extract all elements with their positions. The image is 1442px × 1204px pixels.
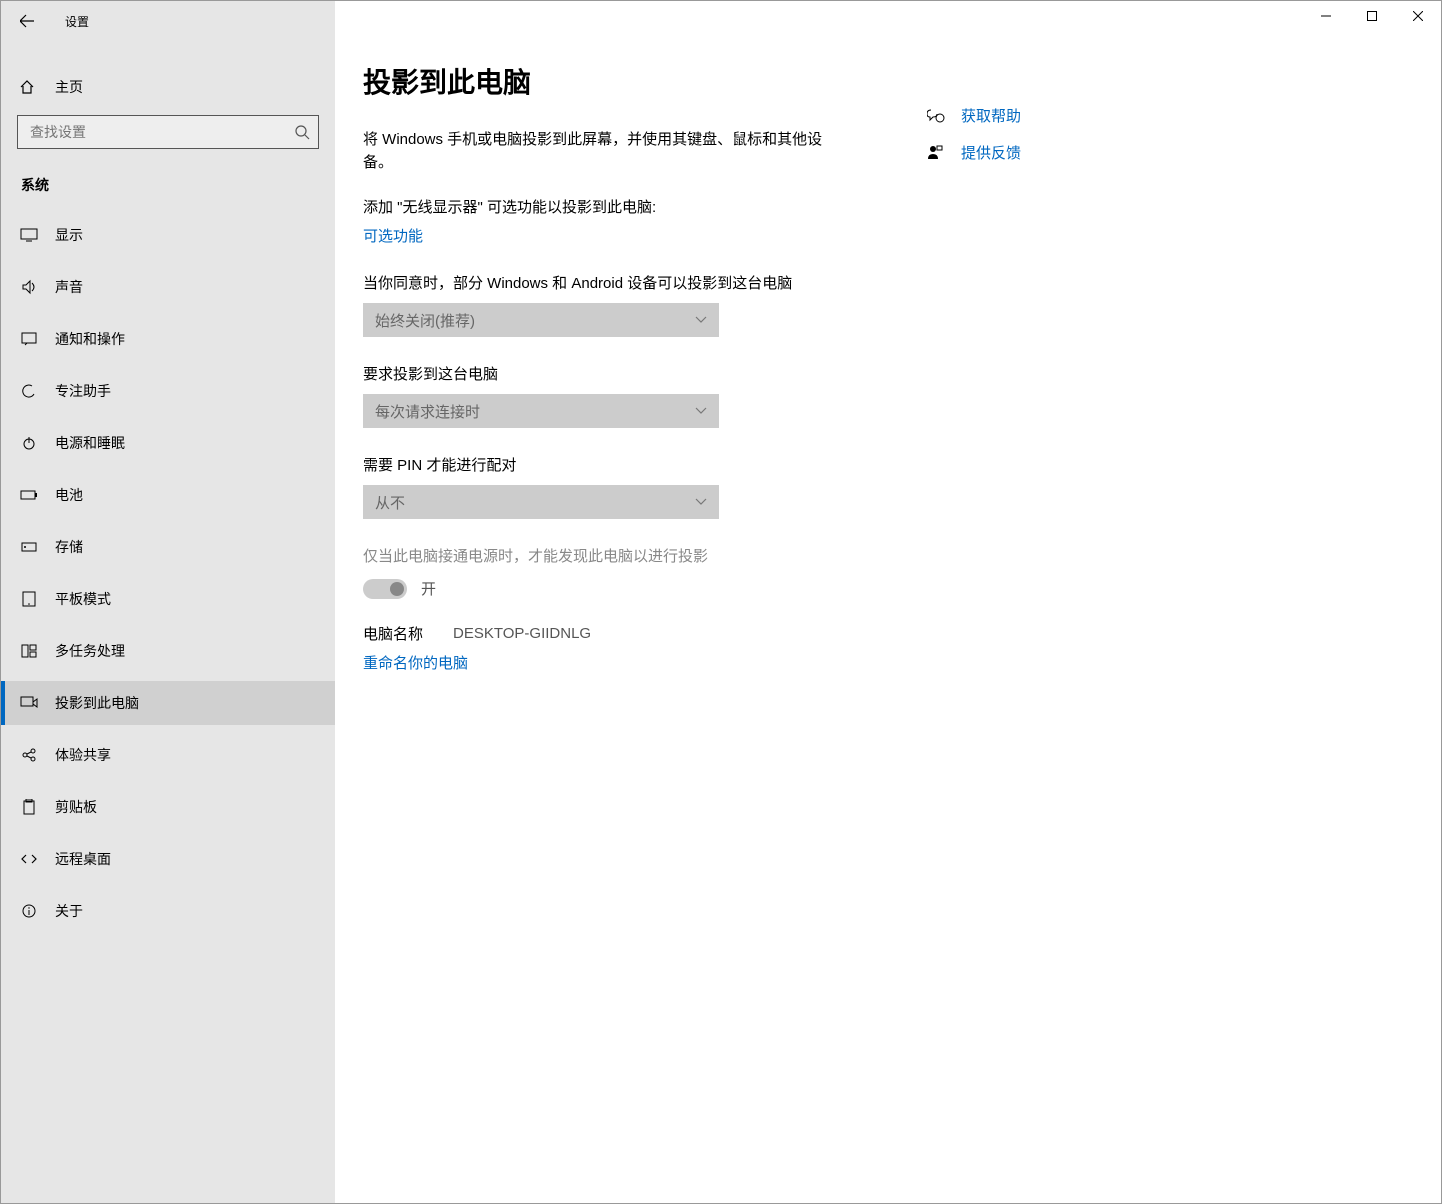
search-input[interactable] <box>30 124 294 140</box>
about-icon <box>19 904 39 918</box>
request-label: 要求投影到这台电脑 <box>363 363 903 384</box>
consent-value: 始终关闭(推荐) <box>375 310 475 331</box>
sidebar-item-label: 电源和睡眠 <box>55 433 125 453</box>
page-title: 投影到此电脑 <box>363 61 903 101</box>
pin-value: 从不 <box>375 492 405 513</box>
sidebar-item-power[interactable]: 电源和睡眠 <box>1 421 335 465</box>
minimize-icon <box>1321 11 1331 21</box>
feedback-label: 提供反馈 <box>961 142 1021 163</box>
close-button[interactable] <box>1395 1 1441 31</box>
sidebar-item-label: 电池 <box>55 485 83 505</box>
get-help-link[interactable]: 获取帮助 <box>927 105 1021 126</box>
sidebar-item-label: 存储 <box>55 537 83 557</box>
sidebar-item-about[interactable]: 关于 <box>1 889 335 933</box>
search-icon <box>294 124 310 140</box>
pin-label: 需要 PIN 才能进行配对 <box>363 454 903 475</box>
sidebar-item-focus-assist[interactable]: 专注助手 <box>1 369 335 413</box>
sidebar-item-battery[interactable]: 电池 <box>1 473 335 517</box>
chevron-down-icon <box>695 316 707 324</box>
sidebar-item-project[interactable]: 投影到此电脑 <box>1 681 335 725</box>
sidebar-item-label: 通知和操作 <box>55 329 125 349</box>
give-feedback-link[interactable]: 提供反馈 <box>927 142 1021 163</box>
app-title: 设置 <box>65 13 89 30</box>
chevron-down-icon <box>695 407 707 415</box>
titlebar-left: 设置 <box>1 1 335 41</box>
sidebar-item-notifications[interactable]: 通知和操作 <box>1 317 335 361</box>
consent-dropdown[interactable]: 始终关闭(推荐) <box>363 303 719 337</box>
maximize-button[interactable] <box>1349 1 1395 31</box>
sidebar-item-label: 关于 <box>55 901 83 921</box>
focus-assist-icon <box>19 384 39 398</box>
sidebar: 设置 主页 系统 显示 声音 通知和操作 <box>1 1 335 1203</box>
sidebar-item-clipboard[interactable]: 剪贴板 <box>1 785 335 829</box>
home-icon <box>19 79 39 95</box>
project-icon <box>19 696 39 710</box>
sidebar-item-storage[interactable]: 存储 <box>1 525 335 569</box>
multitask-icon <box>19 644 39 658</box>
search-box[interactable] <box>17 115 319 149</box>
help-label: 获取帮助 <box>961 105 1021 126</box>
arrow-left-icon <box>20 14 34 28</box>
toggle-state: 开 <box>421 578 436 599</box>
power-only-label: 仅当此电脑接通电源时，才能发现此电脑以进行投影 <box>363 545 903 566</box>
maximize-icon <box>1367 11 1377 21</box>
sidebar-item-display[interactable]: 显示 <box>1 213 335 257</box>
request-value: 每次请求连接时 <box>375 401 480 422</box>
optional-features-link[interactable]: 可选功能 <box>363 225 423 246</box>
sidebar-item-remote[interactable]: 远程桌面 <box>1 837 335 881</box>
display-icon <box>19 228 39 242</box>
chevron-down-icon <box>695 498 707 506</box>
pc-name-label: 电脑名称 <box>363 623 423 644</box>
sidebar-item-shared[interactable]: 体验共享 <box>1 733 335 777</box>
sound-icon <box>19 279 39 295</box>
feedback-icon <box>927 145 945 161</box>
rename-pc-link[interactable]: 重命名你的电脑 <box>363 652 903 673</box>
sidebar-item-label: 显示 <box>55 225 83 245</box>
help-icon <box>927 108 945 124</box>
page-description: 将 Windows 手机或电脑投影到此屏幕，并使用其键盘、鼠标和其他设备。 <box>363 129 823 174</box>
window-controls <box>1303 1 1441 31</box>
storage-icon <box>19 542 39 552</box>
category-label: 系统 <box>1 165 335 213</box>
power-icon <box>19 436 39 450</box>
clipboard-icon <box>19 799 39 815</box>
home-label: 主页 <box>55 77 83 97</box>
sidebar-item-tablet[interactable]: 平板模式 <box>1 577 335 621</box>
sidebar-item-label: 投影到此电脑 <box>55 693 139 713</box>
close-icon <box>1413 11 1423 21</box>
battery-icon <box>19 490 39 500</box>
tablet-icon <box>19 591 39 607</box>
home-button[interactable]: 主页 <box>1 67 335 107</box>
add-feature-text: 添加 "无线显示器" 可选功能以投影到此电脑: <box>363 196 903 217</box>
power-only-toggle[interactable] <box>363 579 407 599</box>
consent-label: 当你同意时，部分 Windows 和 Android 设备可以投影到这台电脑 <box>363 272 903 293</box>
sidebar-item-label: 平板模式 <box>55 589 111 609</box>
back-button[interactable] <box>7 1 47 41</box>
sidebar-item-label: 声音 <box>55 277 83 297</box>
sidebar-item-label: 剪贴板 <box>55 797 97 817</box>
sidebar-item-label: 体验共享 <box>55 745 111 765</box>
request-dropdown[interactable]: 每次请求连接时 <box>363 394 719 428</box>
sidebar-item-sound[interactable]: 声音 <box>1 265 335 309</box>
notifications-icon <box>19 332 39 346</box>
sidebar-item-label: 多任务处理 <box>55 641 125 661</box>
content-area: 投影到此电脑 将 Windows 手机或电脑投影到此屏幕，并使用其键盘、鼠标和其… <box>335 1 1441 1203</box>
minimize-button[interactable] <box>1303 1 1349 31</box>
pc-name-value: DESKTOP-GIIDNLG <box>453 625 591 642</box>
sidebar-item-label: 远程桌面 <box>55 849 111 869</box>
remote-icon <box>19 852 39 866</box>
sidebar-item-label: 专注助手 <box>55 381 111 401</box>
shared-icon <box>19 747 39 763</box>
pin-dropdown[interactable]: 从不 <box>363 485 719 519</box>
sidebar-item-multitask[interactable]: 多任务处理 <box>1 629 335 673</box>
